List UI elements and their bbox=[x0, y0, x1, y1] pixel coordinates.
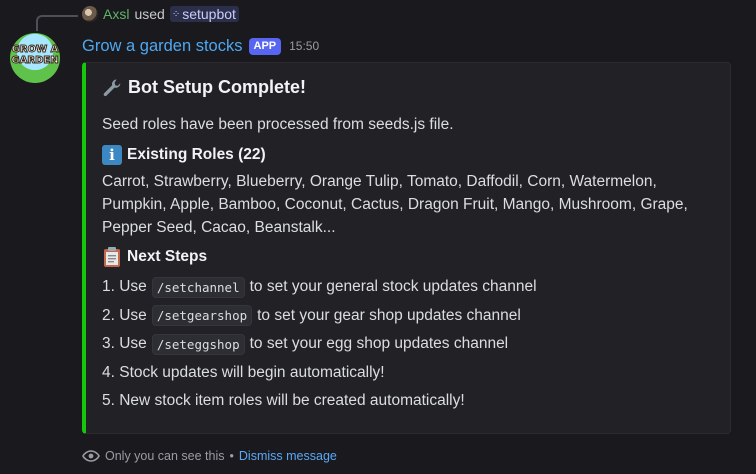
reply-used-label: used bbox=[134, 6, 165, 22]
bot-name[interactable]: Grow a garden stocks bbox=[82, 37, 243, 56]
embed-title: Bot Setup Complete! bbox=[102, 77, 306, 98]
message-header: Grow a garden stocks APP 15:50 bbox=[82, 35, 319, 57]
embed-description: Seed roles have been processed from seed… bbox=[102, 116, 454, 133]
command-name: setupbot bbox=[182, 6, 236, 22]
step-item: 3. Use /seteggshop to set your egg shop … bbox=[102, 330, 537, 359]
dismiss-message-link[interactable]: Dismiss message bbox=[239, 449, 337, 463]
slash-command-icon: ⁘ bbox=[171, 8, 180, 20]
message-timestamp: 15:50 bbox=[289, 39, 320, 53]
wrench-icon bbox=[103, 79, 121, 96]
embed-card: Bot Setup Complete! Seed roles have been… bbox=[82, 62, 731, 434]
reply-connector bbox=[36, 15, 78, 31]
eye-icon bbox=[82, 450, 100, 462]
reply-username[interactable]: Axsl bbox=[103, 6, 129, 22]
footer-separator: • bbox=[229, 449, 234, 463]
app-badge: APP bbox=[248, 37, 282, 55]
clipboard-icon bbox=[104, 247, 120, 267]
command-chip[interactable]: ⁘ setupbot bbox=[169, 6, 239, 22]
step-item: 1. Use /setchannel to set your general s… bbox=[102, 273, 537, 302]
only-you-label: Only you can see this bbox=[105, 449, 225, 463]
command-code: /setchannel bbox=[151, 276, 245, 298]
command-code: /setgearshop bbox=[151, 305, 253, 327]
user-avatar[interactable] bbox=[82, 6, 98, 22]
existing-roles-title: Existing Roles (22) bbox=[127, 146, 266, 163]
existing-roles-heading: i Existing Roles (22) bbox=[102, 145, 266, 165]
roles-list: Carrot, Strawberry, Blueberry, Orange Tu… bbox=[102, 173, 688, 236]
step-item: 2. Use /setgearshop to set your gear sho… bbox=[102, 302, 537, 331]
step-item: 4. Stock updates will begin automaticall… bbox=[102, 363, 385, 381]
info-icon: i bbox=[102, 145, 122, 165]
command-code: /seteggshop bbox=[151, 333, 245, 355]
avatar-logo-text: GROW A GARDEN bbox=[11, 44, 59, 67]
ephemeral-footer: Only you can see this • Dismiss message bbox=[82, 447, 337, 465]
bot-avatar[interactable]: GROW A GARDEN bbox=[10, 33, 60, 83]
step-item: 5. New stock item roles will be created … bbox=[102, 392, 465, 410]
embed-title-text: Bot Setup Complete! bbox=[128, 77, 306, 97]
reply-context: Axsl used ⁘ setupbot bbox=[82, 4, 239, 24]
next-steps-heading: Next Steps bbox=[102, 246, 207, 268]
steps-list: 1. Use /setchannel to set your general s… bbox=[102, 273, 537, 416]
next-steps-title: Next Steps bbox=[127, 248, 208, 265]
